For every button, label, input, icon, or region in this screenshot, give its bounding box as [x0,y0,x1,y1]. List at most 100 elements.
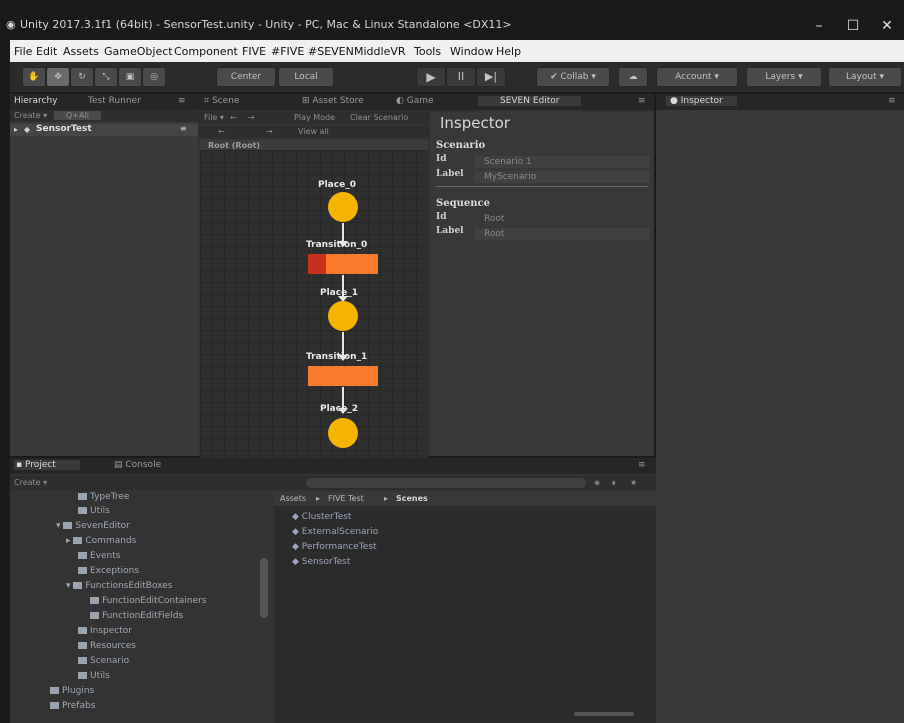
toolbar: ✋ ✥ ↻ ⤡ ▣ ◎ Center Local ▶ II ▶| ✔ Colla… [10,62,904,92]
folder-item[interactable]: Resources [78,641,136,651]
project-create-dropdown[interactable]: Create ▾ [14,478,47,487]
scene-row[interactable]: ▸ ◆ SensorTest ≡ [10,124,198,136]
pivot-center-toggle[interactable]: Center [216,67,276,87]
nav-forward-button[interactable]: → [248,113,255,122]
nav-back-button[interactable]: ← [230,113,237,122]
transition-0-node[interactable] [308,254,378,274]
view-all-button[interactable]: View all [298,127,329,136]
hierarchy-search-input[interactable]: Q+All [54,111,101,120]
star-icon[interactable]: ★ [630,478,637,487]
pause-button[interactable]: II [446,67,476,87]
tab-test-runner[interactable]: Test Runner [88,96,141,106]
tab-seven-editor[interactable]: SEVEN Editor [478,96,582,106]
folder-item[interactable]: Utils [78,671,110,681]
breadcrumb-five-test[interactable]: FIVE Test [328,494,364,503]
rect-tool-button[interactable]: ▣ [118,67,142,87]
tab-inspector[interactable]: ● Inspector [666,96,737,106]
scale-tool-button[interactable]: ⤡ [94,67,118,87]
scene-menu-icon[interactable]: ≡ [180,124,187,133]
transition-1-node[interactable] [308,366,378,386]
scenario-heading: Scenario [436,140,486,151]
folder-item[interactable]: Utils [78,506,110,516]
step-button[interactable]: ▶| [476,67,506,87]
menu-file[interactable]: File [14,45,32,58]
folder-item[interactable]: Plugins [50,686,94,696]
folder-item[interactable]: TypeTree [78,492,129,502]
place-2-node[interactable] [328,418,358,448]
menu-hash-five[interactable]: #FIVE [271,45,304,58]
scenario-label-field[interactable]: MyScenario [474,171,650,183]
menu-middlevr[interactable]: MiddleVR [354,45,406,58]
expand-arrow-icon[interactable]: ▸ [14,125,18,134]
hand-tool-button[interactable]: ✋ [22,67,46,87]
history-forward-button[interactable]: → [266,127,273,136]
file-dropdown[interactable]: File ▾ [204,113,224,122]
label-icon[interactable]: ⬧ [612,478,616,488]
tree-scrollbar[interactable] [260,558,268,618]
panel-menu-icon[interactable]: ≡ [178,96,186,106]
transform-tool-button[interactable]: ◎ [142,67,166,87]
folder-item[interactable]: FunctionEditFields [90,611,183,621]
scenario-id-field[interactable]: Scenario 1 [474,156,650,168]
menu-component[interactable]: Component [174,45,238,58]
folder-item[interactable]: Events [78,551,120,561]
tab-asset-store[interactable]: ⊞ Asset Store [302,96,364,106]
layers-dropdown[interactable]: Layers ▾ [746,67,822,87]
project-search-input[interactable] [306,478,586,488]
place-0-node[interactable] [328,192,358,222]
cloud-button[interactable]: ☁ [618,67,648,87]
move-tool-button[interactable]: ✥ [46,67,70,87]
menu-edit[interactable]: Edit [36,45,57,58]
folder-item[interactable]: FunctionEditContainers [90,596,206,606]
menu-help[interactable]: Help [496,45,521,58]
tab-game[interactable]: ◐ Game [396,96,434,106]
petri-net-graph[interactable]: Place_0 Transition_0 Place_1 Transition_… [200,150,428,460]
sequence-label-field[interactable]: Root [474,228,650,240]
icon-size-slider[interactable] [574,712,634,716]
menu-assets[interactable]: Assets [63,45,99,58]
filter-icon[interactable]: ◈ [594,478,600,487]
menu-hash-seven[interactable]: #SEVEN [308,45,354,58]
menu-window[interactable]: Window [450,45,493,58]
play-mode-button[interactable]: Play Mode [294,113,335,122]
clear-scenario-button[interactable]: Clear Scenario [350,113,408,122]
inspector-menu-icon[interactable]: ≡ [888,96,896,106]
sequence-id-value: Root [484,214,505,224]
menu-five[interactable]: FIVE [242,45,266,58]
menu-gameobject[interactable]: GameObject [104,45,173,58]
place-1-node[interactable] [328,301,358,331]
create-dropdown[interactable]: Create ▾ [14,111,47,120]
project-menu-icon[interactable]: ≡ [638,460,646,470]
account-dropdown[interactable]: Account ▾ [656,67,738,87]
maximize-button[interactable]: ☐ [838,14,868,38]
tab-scene[interactable]: ⌗ Scene [204,96,239,106]
folder-item[interactable]: Prefabs [50,701,95,711]
center-panel-menu-icon[interactable]: ≡ [638,96,646,106]
breadcrumb-assets[interactable]: Assets [280,494,306,503]
folder-item[interactable]: Inspector [78,626,132,636]
asset-item[interactable]: ◆ ExternalScenario [292,527,378,537]
breadcrumb-root[interactable]: Root (Root) [208,141,260,150]
asset-item[interactable]: ◆ ClusterTest [292,512,351,522]
asset-item[interactable]: ◆ SensorTest [292,557,350,567]
folder-item[interactable]: ▾ SevenEditor [56,521,130,531]
history-back-button[interactable]: ← [218,127,225,136]
play-button[interactable]: ▶ [416,67,446,87]
folder-item[interactable]: ▸ Commands [66,536,136,546]
tab-project[interactable]: ▪ Project [14,460,80,470]
folder-item[interactable]: Scenario [78,656,129,666]
tab-console[interactable]: ▤ Console [114,460,161,470]
folder-item[interactable]: ▾ FunctionsEditBoxes [66,581,172,591]
layout-dropdown[interactable]: Layout ▾ [828,67,902,87]
transition-1-label: Transition_1 [306,352,368,362]
breadcrumb-scenes[interactable]: Scenes [396,494,428,503]
minimize-button[interactable]: – [804,14,834,38]
close-button[interactable]: ✕ [872,14,902,38]
menu-tools[interactable]: Tools [414,45,441,58]
rotate-tool-button[interactable]: ↻ [70,67,94,87]
folder-item[interactable]: Exceptions [78,566,139,576]
asset-item[interactable]: ◆ PerformanceTest [292,542,377,552]
collab-dropdown[interactable]: ✔ Collab ▾ [536,67,610,87]
pivot-local-toggle[interactable]: Local [278,67,334,87]
tab-hierarchy[interactable]: Hierarchy [14,96,58,106]
